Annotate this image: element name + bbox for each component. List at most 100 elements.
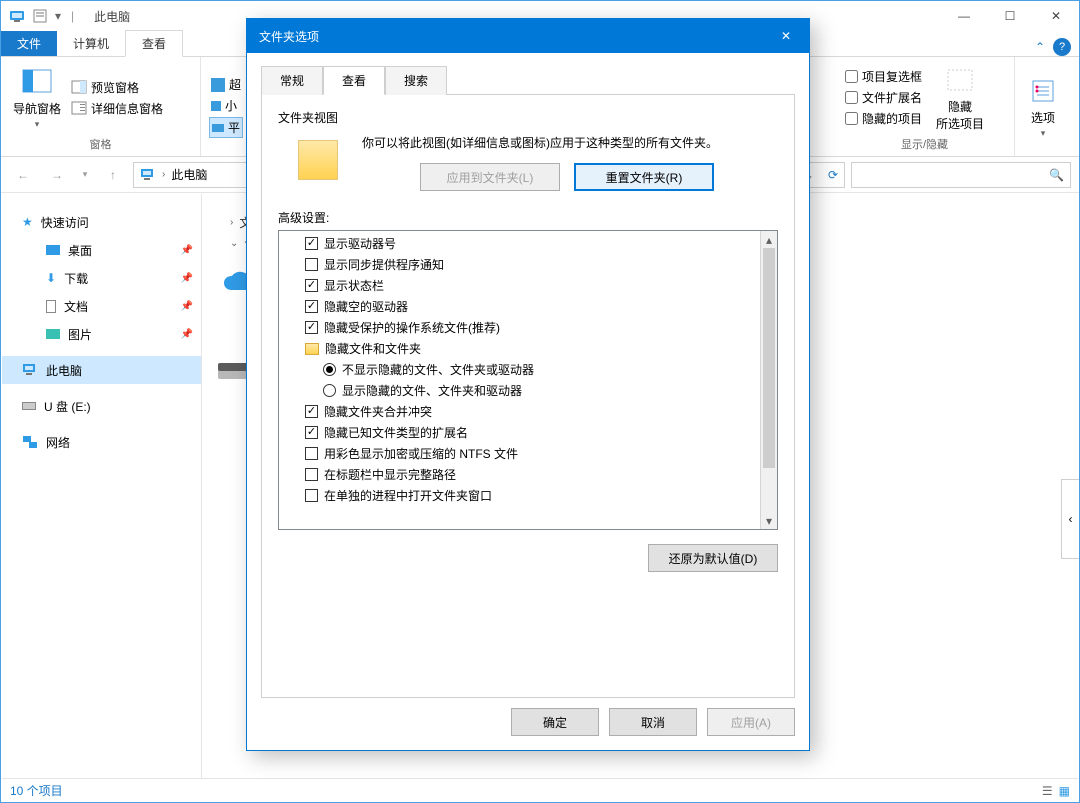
tree-item[interactable]: 显示状态栏 bbox=[283, 275, 773, 296]
system-icon[interactable] bbox=[9, 7, 27, 25]
maximize-button[interactable]: ☐ bbox=[987, 1, 1033, 31]
folder-view-icon bbox=[298, 140, 338, 180]
tree-item-label: 用彩色显示加密或压缩的 NTFS 文件 bbox=[324, 445, 518, 462]
tree-item[interactable]: 用彩色显示加密或压缩的 NTFS 文件 bbox=[283, 443, 773, 464]
tree-item[interactable]: 隐藏受保护的操作系统文件(推荐) bbox=[283, 317, 773, 338]
folder-icon bbox=[305, 343, 319, 355]
radio-icon[interactable] bbox=[323, 384, 336, 397]
scroll-thumb[interactable] bbox=[763, 248, 775, 468]
advanced-settings-tree[interactable]: 显示驱动器号显示同步提供程序通知显示状态栏隐藏空的驱动器隐藏受保护的操作系统文件… bbox=[278, 230, 778, 530]
nav-downloads[interactable]: ⬇下载📌 bbox=[2, 264, 201, 292]
scroll-down-icon[interactable]: ▾ bbox=[761, 512, 777, 529]
checkbox-icon[interactable] bbox=[305, 468, 318, 481]
nav-pane-button[interactable]: 导航窗格 ▾ bbox=[9, 64, 65, 132]
nav-quick-access[interactable]: ★ 快速访问 bbox=[2, 208, 201, 236]
address-segment[interactable]: 此电脑 bbox=[171, 166, 207, 183]
tree-item-label: 不显示隐藏的文件、文件夹或驱动器 bbox=[342, 361, 534, 378]
tree-item-label: 隐藏文件夹合并冲突 bbox=[324, 403, 432, 420]
cancel-button[interactable]: 取消 bbox=[609, 708, 697, 736]
nav-documents[interactable]: 文档📌 bbox=[2, 292, 201, 320]
refresh-icon[interactable]: ⟳ bbox=[828, 168, 838, 182]
details-pane-toggle[interactable]: 详细信息窗格 bbox=[69, 99, 165, 118]
checkbox-icon[interactable] bbox=[305, 279, 318, 292]
checkbox-icon[interactable] bbox=[305, 321, 318, 334]
dialog-close-button[interactable]: ✕ bbox=[763, 19, 809, 53]
tree-item[interactable]: 显示驱动器号 bbox=[283, 233, 773, 254]
ribbon-collapse-icon[interactable]: ⌃ bbox=[1035, 40, 1045, 54]
tree-item[interactable]: 不显示隐藏的文件、文件夹或驱动器 bbox=[283, 359, 773, 380]
checkbox-icon[interactable] bbox=[305, 300, 318, 313]
desktop-icon bbox=[46, 245, 60, 255]
checkbox-icon[interactable] bbox=[305, 237, 318, 250]
checkbox-icon[interactable] bbox=[305, 447, 318, 460]
tree-item[interactable]: 隐藏文件和文件夹 bbox=[283, 338, 773, 359]
window-title: 此电脑 bbox=[94, 8, 130, 25]
layout-extra-large[interactable]: 超 bbox=[209, 75, 243, 94]
dialog-tab-search[interactable]: 搜索 bbox=[385, 66, 447, 95]
tree-item-label: 显示同步提供程序通知 bbox=[324, 256, 444, 273]
qat-dropdown-icon[interactable]: ▾ bbox=[53, 7, 63, 25]
tab-view[interactable]: 查看 bbox=[125, 30, 183, 57]
checkbox-icon[interactable] bbox=[305, 426, 318, 439]
tab-computer[interactable]: 计算机 bbox=[57, 31, 125, 56]
tree-item[interactable]: 隐藏文件夹合并冲突 bbox=[283, 401, 773, 422]
folder-views-label: 文件夹视图 bbox=[278, 109, 778, 126]
nav-pictures[interactable]: 图片📌 bbox=[2, 320, 201, 348]
tab-file[interactable]: 文件 bbox=[1, 31, 57, 56]
reset-folders-button[interactable]: 重置文件夹(R) bbox=[574, 163, 714, 191]
nav-desktop[interactable]: 桌面📌 bbox=[2, 236, 201, 264]
file-extensions-toggle[interactable]: 文件扩展名 bbox=[843, 88, 924, 107]
dialog-body: 文件夹视图 你可以将此视图(如详细信息或图标)应用于这种类型的所有文件夹。 应用… bbox=[261, 94, 795, 698]
tree-item-label: 隐藏空的驱动器 bbox=[324, 298, 408, 315]
tree-item-label: 显示隐藏的文件、文件夹和驱动器 bbox=[342, 382, 522, 399]
back-button[interactable]: ← bbox=[9, 161, 37, 189]
nav-this-pc[interactable]: 此电脑 bbox=[2, 356, 201, 384]
advanced-settings-label: 高级设置: bbox=[278, 209, 778, 226]
radio-icon[interactable] bbox=[323, 363, 336, 376]
pin-icon: 📌 bbox=[181, 329, 193, 340]
forward-button[interactable]: → bbox=[43, 161, 71, 189]
tree-item[interactable]: 隐藏已知文件类型的扩展名 bbox=[283, 422, 773, 443]
edge-handle[interactable]: ‹ bbox=[1061, 479, 1079, 559]
nav-usb[interactable]: U 盘 (E:) bbox=[2, 392, 201, 420]
checkbox-icon[interactable] bbox=[305, 489, 318, 502]
scroll-up-icon[interactable]: ▴ bbox=[761, 231, 777, 248]
nav-network[interactable]: 网络 bbox=[2, 428, 201, 456]
large-icons-view-icon[interactable]: ▦ bbox=[1059, 784, 1070, 798]
close-button[interactable]: ✕ bbox=[1033, 1, 1079, 31]
tree-item[interactable]: 隐藏空的驱动器 bbox=[283, 296, 773, 317]
tree-item-label: 显示状态栏 bbox=[324, 277, 384, 294]
tree-item-label: 在标题栏中显示完整路径 bbox=[324, 466, 456, 483]
hidden-items-toggle[interactable]: 隐藏的项目 bbox=[843, 109, 924, 128]
item-checkboxes-toggle[interactable]: 项目复选框 bbox=[843, 67, 924, 86]
tree-item[interactable]: 显示同步提供程序通知 bbox=[283, 254, 773, 275]
up-button[interactable]: ↑ bbox=[99, 161, 127, 189]
pin-icon: 📌 bbox=[181, 245, 193, 256]
qat-properties-icon[interactable] bbox=[31, 7, 49, 25]
ribbon-group-panes-label: 窗格 bbox=[9, 134, 192, 152]
help-icon[interactable]: ? bbox=[1053, 38, 1071, 56]
layout-tiles[interactable]: 平 bbox=[209, 117, 243, 138]
dialog-tab-general[interactable]: 常规 bbox=[261, 66, 323, 95]
search-box[interactable]: 🔍 bbox=[851, 162, 1071, 188]
options-button[interactable]: 选项 ▾ bbox=[1023, 73, 1063, 141]
layout-small[interactable]: 小 bbox=[209, 96, 243, 115]
tree-item[interactable]: 显示隐藏的文件、文件夹和驱动器 bbox=[283, 380, 773, 401]
ok-button[interactable]: 确定 bbox=[511, 708, 599, 736]
checkbox-icon[interactable] bbox=[305, 405, 318, 418]
tree-item[interactable]: 在标题栏中显示完整路径 bbox=[283, 464, 773, 485]
minimize-button[interactable]: — bbox=[941, 1, 987, 31]
restore-defaults-button[interactable]: 还原为默认值(D) bbox=[648, 544, 778, 572]
hide-selected-button[interactable]: 隐藏 所选项目 bbox=[932, 62, 988, 134]
preview-pane-toggle[interactable]: 预览窗格 bbox=[69, 78, 165, 97]
recent-dropdown[interactable]: ▾ bbox=[77, 161, 93, 189]
dialog-tab-view[interactable]: 查看 bbox=[323, 66, 385, 95]
drive-icon bbox=[22, 402, 36, 410]
ribbon-group-showhide-label: 显示/隐藏 bbox=[843, 134, 1006, 152]
tree-item[interactable]: 在单独的进程中打开文件夹窗口 bbox=[283, 485, 773, 506]
apply-button: 应用(A) bbox=[707, 708, 795, 736]
details-view-icon[interactable]: ☰ bbox=[1042, 784, 1053, 798]
scrollbar[interactable]: ▴ ▾ bbox=[760, 231, 777, 529]
checkbox-icon[interactable] bbox=[305, 258, 318, 271]
pin-icon: 📌 bbox=[181, 273, 193, 284]
